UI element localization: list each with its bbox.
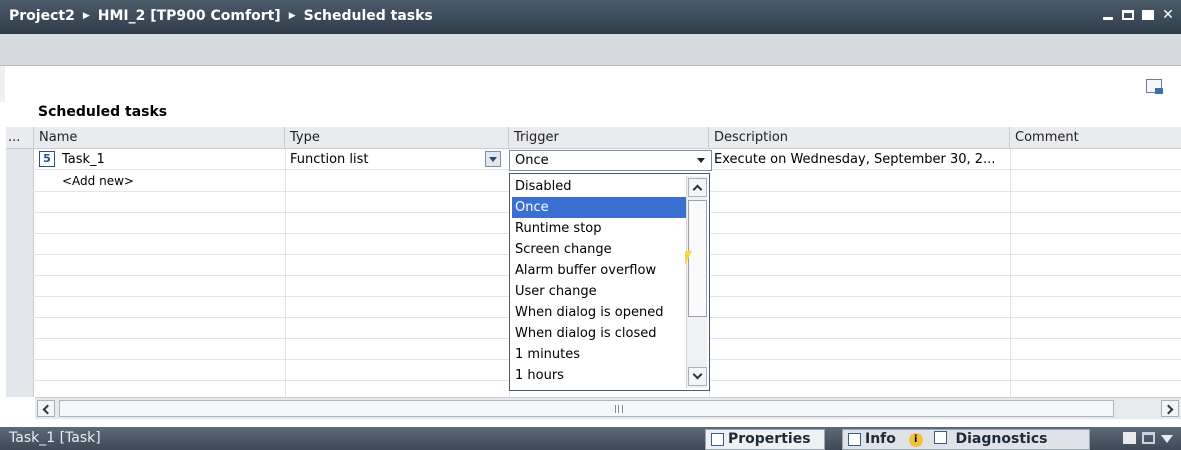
collapse-panel-icon[interactable]: [1161, 435, 1173, 443]
trigger-option-once[interactable]: Once: [512, 197, 686, 218]
trigger-dropdown-list: Disabled Once Runtime stop Screen change…: [509, 173, 710, 391]
scroll-down-button[interactable]: [688, 367, 707, 386]
grip-icon: [615, 405, 623, 413]
diagnostics-icon: [933, 431, 947, 444]
tab-info[interactable]: Info i Diagnostics: [842, 429, 1090, 450]
table-settings-icon[interactable]: [1146, 79, 1163, 94]
tab-info-label: Info: [865, 431, 896, 447]
trigger-option-user-change[interactable]: User change: [512, 281, 686, 302]
float-window-icon[interactable]: [1123, 432, 1136, 444]
restore-button[interactable]: [1121, 8, 1135, 22]
info-badge-icon: i: [908, 433, 923, 447]
maximize-button[interactable]: [1141, 8, 1155, 22]
close-icon: ✕: [1162, 7, 1174, 23]
chevron-down-icon: [692, 369, 703, 380]
minimize-icon: [1103, 17, 1113, 20]
breadcrumb: Project2 ▶ HMI_2 [TP900 Comfort] ▶ Scheduled…: [9, 8, 433, 24]
trigger-option-1-hours[interactable]: 1 hours: [512, 365, 686, 386]
breadcrumb-device[interactable]: HMI_2 [TP900 Comfort]: [98, 8, 281, 24]
maximize-panel-icon[interactable]: [1142, 432, 1155, 444]
task-icon: 5: [39, 151, 55, 167]
task-name[interactable]: Task_1: [58, 149, 283, 170]
breadcrumb-editor: Scheduled tasks: [303, 8, 433, 24]
editor-title-bar: Project2 ▶ HMI_2 [TP900 Comfort] ▶ Scheduled…: [0, 0, 1181, 34]
column-header-name[interactable]: Name: [34, 127, 285, 149]
editor-subtoolbar: [0, 66, 1181, 102]
task-description[interactable]: Execute on Wednesday, September 30, 2...: [710, 149, 1008, 170]
chevron-down-icon[interactable]: [693, 152, 710, 169]
chevron-right-icon: [1163, 404, 1174, 415]
dropdown-scrollbar[interactable]: [686, 176, 707, 388]
properties-icon: [711, 433, 724, 446]
breadcrumb-separator-icon: ▶: [288, 11, 296, 21]
mouse-cursor-icon: [685, 251, 692, 265]
task-type[interactable]: Function list: [286, 149, 481, 170]
trigger-select-value: Once: [515, 153, 549, 168]
minimize-button[interactable]: [1101, 8, 1115, 22]
trigger-select[interactable]: Once: [509, 150, 712, 171]
trigger-option-dialog-closed[interactable]: When dialog is closed: [512, 323, 686, 344]
table-header: ... Name Type Trigger Description Commen…: [6, 127, 1181, 149]
trigger-option-alarm-buffer-overflow[interactable]: Alarm buffer overflow: [512, 260, 686, 281]
horizontal-scroll-thumb[interactable]: [59, 400, 1114, 417]
tab-diagnostics-label[interactable]: Diagnostics: [956, 431, 1048, 447]
type-dropdown-button[interactable]: [485, 151, 501, 167]
trigger-option-dialog-opened[interactable]: When dialog is opened: [512, 302, 686, 323]
column-header-description[interactable]: Description: [709, 127, 1010, 149]
maximize-icon: [1142, 10, 1154, 20]
scroll-right-button[interactable]: [1161, 400, 1179, 417]
inspector-title: Task_1 [Task]: [9, 430, 101, 446]
column-header-trigger[interactable]: Trigger: [509, 127, 709, 149]
trigger-option-1-minutes[interactable]: 1 minutes: [512, 344, 686, 365]
chevron-up-icon: [692, 184, 703, 195]
add-new-link[interactable]: <Add new>: [58, 171, 283, 192]
tab-properties[interactable]: Properties: [705, 429, 825, 450]
chevron-left-icon: [42, 404, 53, 415]
horizontal-scrollbar[interactable]: [35, 397, 1181, 419]
tab-properties-label: Properties: [728, 431, 811, 447]
restore-icon: [1122, 10, 1134, 20]
trigger-option-disabled[interactable]: Disabled: [512, 176, 686, 197]
column-header-type[interactable]: Type: [285, 127, 509, 149]
breadcrumb-project[interactable]: Project2: [9, 8, 75, 24]
scroll-up-button[interactable]: [688, 178, 707, 197]
trigger-option-runtime-stop[interactable]: Runtime stop: [512, 218, 686, 239]
editor-toolbar: [0, 34, 1181, 66]
column-header-comment[interactable]: Comment: [1010, 127, 1181, 149]
window-controls: ✕: [1101, 8, 1175, 22]
trigger-option-screen-change[interactable]: Screen change: [512, 239, 686, 260]
page-title: Scheduled tasks: [38, 104, 168, 120]
breadcrumb-separator-icon: ▶: [82, 11, 90, 21]
column-header-index[interactable]: ...: [6, 127, 34, 149]
close-button[interactable]: ✕: [1161, 8, 1175, 22]
info-icon: [848, 433, 861, 446]
inspector-bar: Task_1 [Task] Properties Info i Diagnost…: [0, 427, 1181, 450]
scroll-left-button[interactable]: [37, 400, 55, 417]
inspector-window-controls: [1123, 432, 1173, 444]
